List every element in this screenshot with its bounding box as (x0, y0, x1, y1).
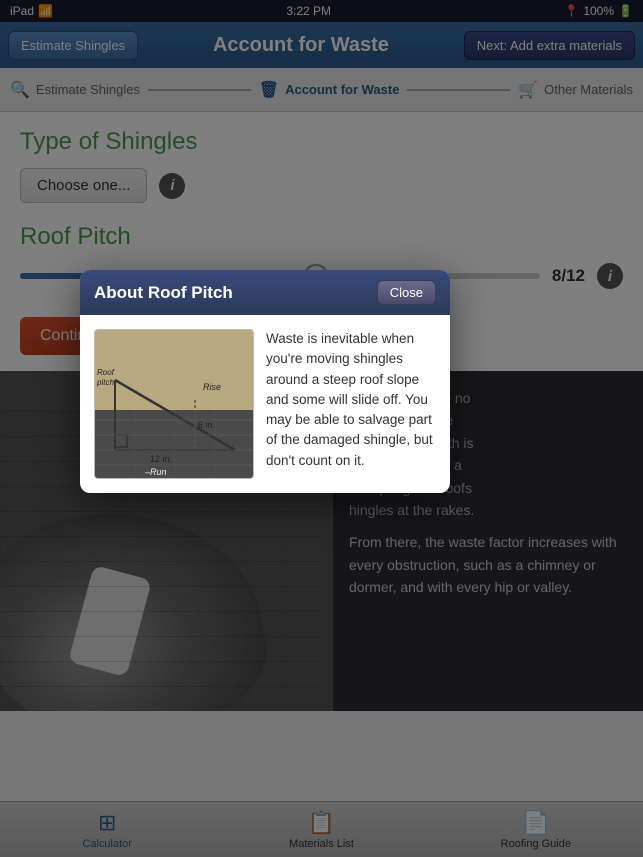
modal-text: Waste is inevitable when you're moving s… (266, 329, 436, 479)
svg-text:12 in.: 12 in. (150, 454, 172, 464)
modal-title: About Roof Pitch (94, 283, 233, 303)
modal-header: About Roof Pitch Close (80, 270, 450, 315)
modal-body: 6 in. 12 in. Rise –Run Roof pitch (80, 315, 450, 493)
svg-text:Rise: Rise (203, 382, 221, 392)
modal-dialog: About Roof Pitch Close 6 in. 12 (80, 270, 450, 493)
pitch-diagram-svg: 6 in. 12 in. Rise –Run Roof pitch (95, 330, 254, 479)
svg-text:–Run: –Run (144, 467, 167, 477)
modal-image: 6 in. 12 in. Rise –Run Roof pitch (94, 329, 254, 479)
svg-text:6 in.: 6 in. (198, 420, 215, 430)
svg-text:pitch: pitch (96, 378, 114, 387)
svg-text:Roof: Roof (97, 368, 115, 377)
modal-close-button[interactable]: Close (377, 280, 436, 305)
